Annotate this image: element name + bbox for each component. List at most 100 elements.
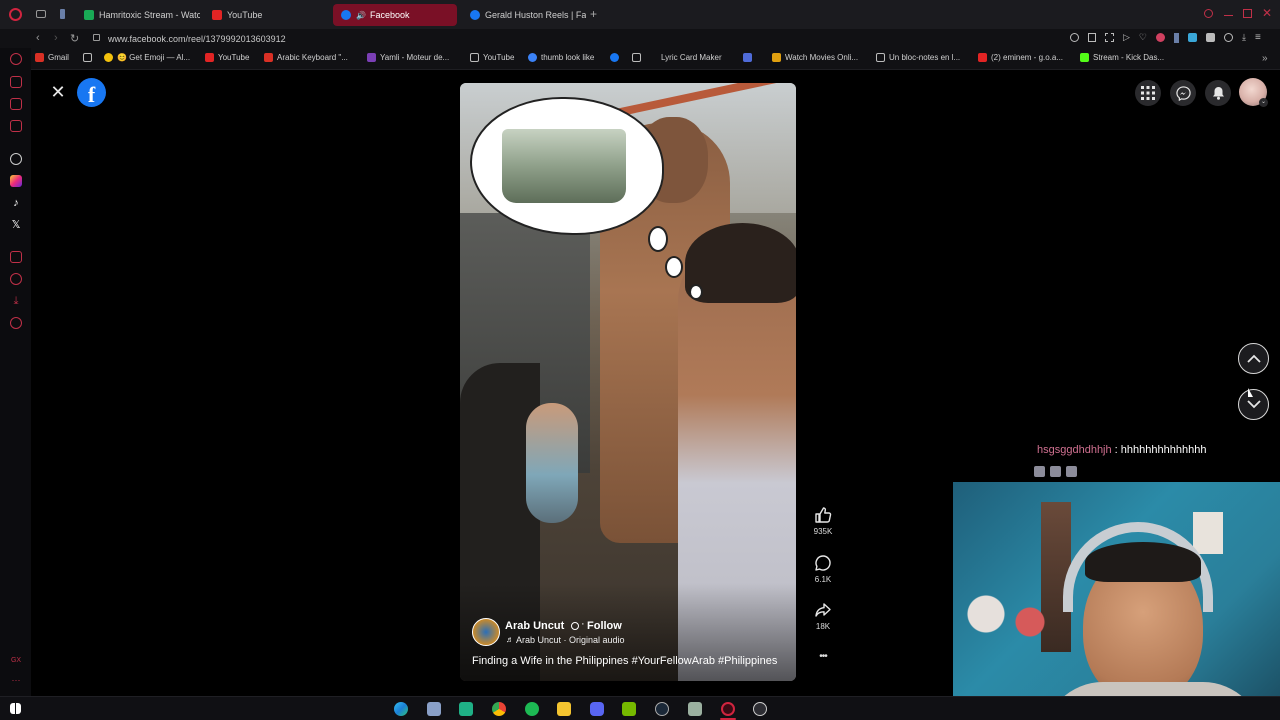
money-stack-image bbox=[502, 129, 626, 203]
sidebar-history-icon[interactable] bbox=[10, 273, 22, 285]
sidebar-download-icon[interactable]: ⤓ bbox=[10, 295, 22, 307]
minimize-icon[interactable] bbox=[1224, 15, 1233, 16]
bookmark-watch-movies[interactable]: Watch Movies Onli... bbox=[772, 53, 858, 62]
bookmark-kick-stream[interactable]: Stream - Kick Das... bbox=[1080, 53, 1164, 62]
sidebar-extensions-icon[interactable] bbox=[10, 317, 22, 329]
app-icon[interactable] bbox=[688, 702, 702, 716]
comment-action[interactable]: 6.1K bbox=[808, 554, 838, 584]
bookmark-youtube[interactable]: YouTube bbox=[205, 53, 249, 62]
messenger-button[interactable] bbox=[1170, 80, 1196, 106]
bookmark-gmail[interactable]: Gmail bbox=[35, 53, 69, 62]
file-explorer-icon[interactable] bbox=[557, 702, 571, 716]
bookmark-bloc-notes[interactable]: Un bloc-notes en l... bbox=[876, 53, 960, 62]
screenshot-icon[interactable] bbox=[1105, 33, 1114, 42]
tab-pin-icon[interactable] bbox=[60, 9, 65, 19]
chrome-icon[interactable] bbox=[492, 702, 506, 716]
tab-gerald-huston[interactable]: Gerald Huston Reels | Face bbox=[462, 4, 586, 26]
previous-reel-button[interactable] bbox=[1238, 343, 1269, 374]
sidebar-messenger-icon[interactable] bbox=[10, 76, 22, 88]
chat-username: hsgsggdhdhhjh bbox=[1037, 444, 1112, 456]
reel-video[interactable]: Arab Uncut · Follow ♬ Arab Uncut · Origi… bbox=[460, 83, 796, 681]
back-icon[interactable]: ‹ bbox=[36, 32, 40, 44]
close-window-icon[interactable]: ✕ bbox=[1262, 6, 1272, 20]
steam-icon[interactable] bbox=[655, 702, 669, 716]
browser-logo-icon[interactable] bbox=[9, 8, 22, 21]
bookmark-lyric-card-maker[interactable]: Lyric Card Maker bbox=[632, 53, 722, 62]
author-avatar[interactable] bbox=[472, 618, 500, 646]
bookmark-youtube-2[interactable]: YouTube bbox=[470, 53, 514, 62]
gmail-icon bbox=[35, 53, 44, 62]
puzzle-icon[interactable] bbox=[1206, 33, 1215, 42]
forward-icon[interactable]: › bbox=[54, 32, 58, 44]
extension-icon[interactable] bbox=[1156, 33, 1165, 42]
spotify-icon[interactable] bbox=[525, 702, 539, 716]
bookmark-thumb-look-like[interactable]: thumb look like bbox=[528, 53, 594, 62]
tab-hamritoxic[interactable]: Hamritoxic Stream - Watch bbox=[76, 4, 200, 26]
like-action[interactable]: 935K bbox=[808, 506, 838, 536]
share-action[interactable]: 18K bbox=[808, 601, 838, 631]
bookmark-label: thumb look like bbox=[541, 53, 595, 62]
author-name[interactable]: Arab Uncut bbox=[505, 620, 564, 632]
bookmark-doc[interactable] bbox=[743, 53, 756, 62]
chat-separator: : bbox=[1111, 444, 1121, 456]
more-options-button[interactable]: ••• bbox=[808, 651, 838, 662]
account-chevron-icon[interactable]: ⌄ bbox=[1259, 98, 1268, 107]
bookmark-eminem[interactable]: (2) eminem - g.o.a... bbox=[978, 53, 1063, 62]
nvidia-icon[interactable] bbox=[622, 702, 636, 716]
sidebar-chat-icon[interactable] bbox=[10, 98, 22, 110]
url-input[interactable] bbox=[108, 31, 608, 46]
x-icon[interactable]: 𝕏 bbox=[10, 219, 22, 231]
new-tab-button[interactable]: + bbox=[590, 7, 597, 21]
extension-icon[interactable] bbox=[1174, 33, 1179, 43]
audio-label[interactable]: Arab Uncut · Original audio bbox=[516, 635, 625, 645]
sidebar-settings-icon[interactable]: GX bbox=[10, 655, 22, 667]
close-reel-button[interactable]: ✕ bbox=[48, 82, 68, 102]
download-icon[interactable]: ⤓ bbox=[1242, 33, 1246, 43]
instagram-icon[interactable] bbox=[10, 175, 22, 187]
zoom-icon[interactable] bbox=[1070, 33, 1079, 42]
next-reel-button[interactable] bbox=[1238, 389, 1269, 420]
app-icon[interactable] bbox=[427, 702, 441, 716]
reload-icon[interactable]: ↻ bbox=[70, 32, 79, 45]
tab-facebook[interactable]: 🔊 Facebook bbox=[333, 4, 457, 26]
heart-icon[interactable]: ♡ bbox=[1139, 33, 1147, 43]
share-count: 18K bbox=[815, 622, 831, 631]
menu-icon[interactable]: ≡ bbox=[1255, 33, 1261, 43]
profile-icon[interactable] bbox=[1224, 33, 1233, 42]
play-icon[interactable]: ▷ bbox=[1123, 33, 1130, 43]
app-icon[interactable] bbox=[459, 702, 473, 716]
bookmarks-overflow-icon[interactable]: » bbox=[1262, 53, 1268, 64]
opera-gx-icon[interactable] bbox=[721, 702, 735, 716]
emoji-icon bbox=[104, 53, 113, 62]
sidebar-speed-dial-icon[interactable] bbox=[10, 53, 22, 65]
chatgpt-icon[interactable] bbox=[10, 153, 22, 165]
sidebar-player-icon[interactable] bbox=[10, 120, 22, 132]
audio-playing-icon[interactable]: 🔊 bbox=[356, 11, 366, 20]
search-icon[interactable] bbox=[1204, 9, 1213, 18]
sidebar-bookmark-icon[interactable] bbox=[10, 251, 22, 263]
edge-icon[interactable] bbox=[394, 702, 408, 716]
messenger-icon bbox=[1175, 85, 1191, 101]
discord-icon[interactable] bbox=[590, 702, 604, 716]
tiktok-icon[interactable]: ♪ bbox=[10, 197, 22, 209]
tab-youtube[interactable]: YouTube bbox=[204, 4, 328, 26]
workspaces-icon[interactable] bbox=[36, 10, 46, 18]
notifications-button[interactable] bbox=[1205, 80, 1231, 106]
obs-icon[interactable] bbox=[753, 702, 767, 716]
bookmark-arabic-keyboard[interactable]: Arabic Keyboard "... bbox=[264, 53, 348, 62]
bookmark-get-emoji[interactable]: 😊 Get Emoji — Al... bbox=[104, 53, 190, 62]
bookmark-yamli[interactable]: Yamli - Moteur de... bbox=[367, 53, 449, 62]
bookmark-icon[interactable] bbox=[1088, 33, 1096, 42]
comment-count: 6.1K bbox=[814, 575, 832, 584]
comment-icon bbox=[815, 555, 831, 571]
reel-caption: Finding a Wife in the Philippines #YourF… bbox=[472, 655, 778, 667]
extension-icon[interactable] bbox=[1188, 33, 1197, 42]
maximize-icon[interactable] bbox=[1243, 9, 1252, 18]
follow-button[interactable]: Follow bbox=[587, 620, 622, 632]
menu-grid-button[interactable] bbox=[1135, 80, 1161, 106]
bookmark-page[interactable] bbox=[83, 53, 96, 62]
sidebar-more-icon[interactable]: ··· bbox=[10, 676, 22, 688]
bookmark-facebook[interactable] bbox=[610, 53, 623, 62]
facebook-logo-icon[interactable]: f bbox=[77, 78, 106, 107]
windows-start-icon[interactable] bbox=[10, 703, 21, 714]
